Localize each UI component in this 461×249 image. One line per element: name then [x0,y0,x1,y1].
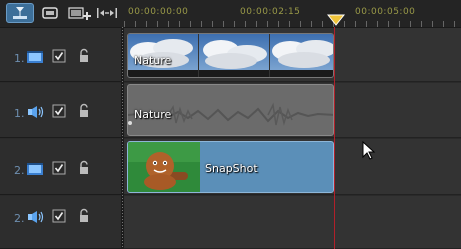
ruler-label-middle: 00:00:02:15 [240,7,301,17]
playhead-handle-icon[interactable] [327,14,345,26]
video-track-icon [27,51,43,63]
clip-label: Nature [134,54,172,67]
track-number: 2. [14,164,25,177]
ruler-ticks [124,21,461,27]
timeline-view-icon [13,7,27,19]
storyboard-view-button[interactable] [37,3,65,23]
ruler-label-end: 00:00:05:00 [355,7,416,17]
audio-track-icon [28,106,44,118]
storyboard-view-icon [42,7,58,19]
track-header-video-1: 1. [0,28,121,82]
mouse-cursor-icon [362,141,376,160]
video-clip-nature[interactable]: Nature [127,33,334,78]
timeline-ruler[interactable]: 00:00:00:00 00:00:02:15 00:00:05:00 [124,0,461,27]
timeline-toolbar: 00:00:00:00 00:00:02:15 00:00:05:00 [0,0,461,28]
fit-timeline-icon [97,8,117,18]
audio-clip-nature[interactable]: Nature [127,84,334,136]
track-lock-icon[interactable] [78,160,90,176]
track-enable-checkbox[interactable] [52,209,66,223]
track-number: 1. [14,52,25,65]
clip-label: Nature [134,108,172,121]
track-enable-checkbox[interactable] [52,104,66,118]
track-lock-icon[interactable] [78,103,90,119]
add-track-button[interactable] [66,3,94,23]
add-track-icon [68,7,91,20]
header-divider-grip [122,27,123,249]
track-lock-icon[interactable] [78,48,90,64]
track-header-video-2: 2. [0,139,121,195]
snapshot-thumbnail [128,142,200,192]
audio-track-icon [28,211,44,223]
clip-label: SnapShot [205,162,258,175]
timeline-view-button[interactable] [6,3,34,23]
track-enable-checkbox[interactable] [52,161,66,175]
track-number: 2. [14,212,25,225]
track-header-audio-1: 1. [0,83,121,138]
track-header-audio-2: 2. [0,196,121,249]
ruler-label-start: 00:00:00:00 [128,7,189,17]
video-clip-snapshot[interactable]: SnapShot [127,141,334,193]
playhead-line[interactable] [334,27,335,249]
track-lane-audio-2[interactable] [124,196,461,249]
fit-timeline-button[interactable] [94,3,122,23]
track-number: 1. [14,107,25,120]
track-enable-checkbox[interactable] [52,49,66,63]
video-track-icon [27,163,43,175]
track-lock-icon[interactable] [78,208,90,224]
